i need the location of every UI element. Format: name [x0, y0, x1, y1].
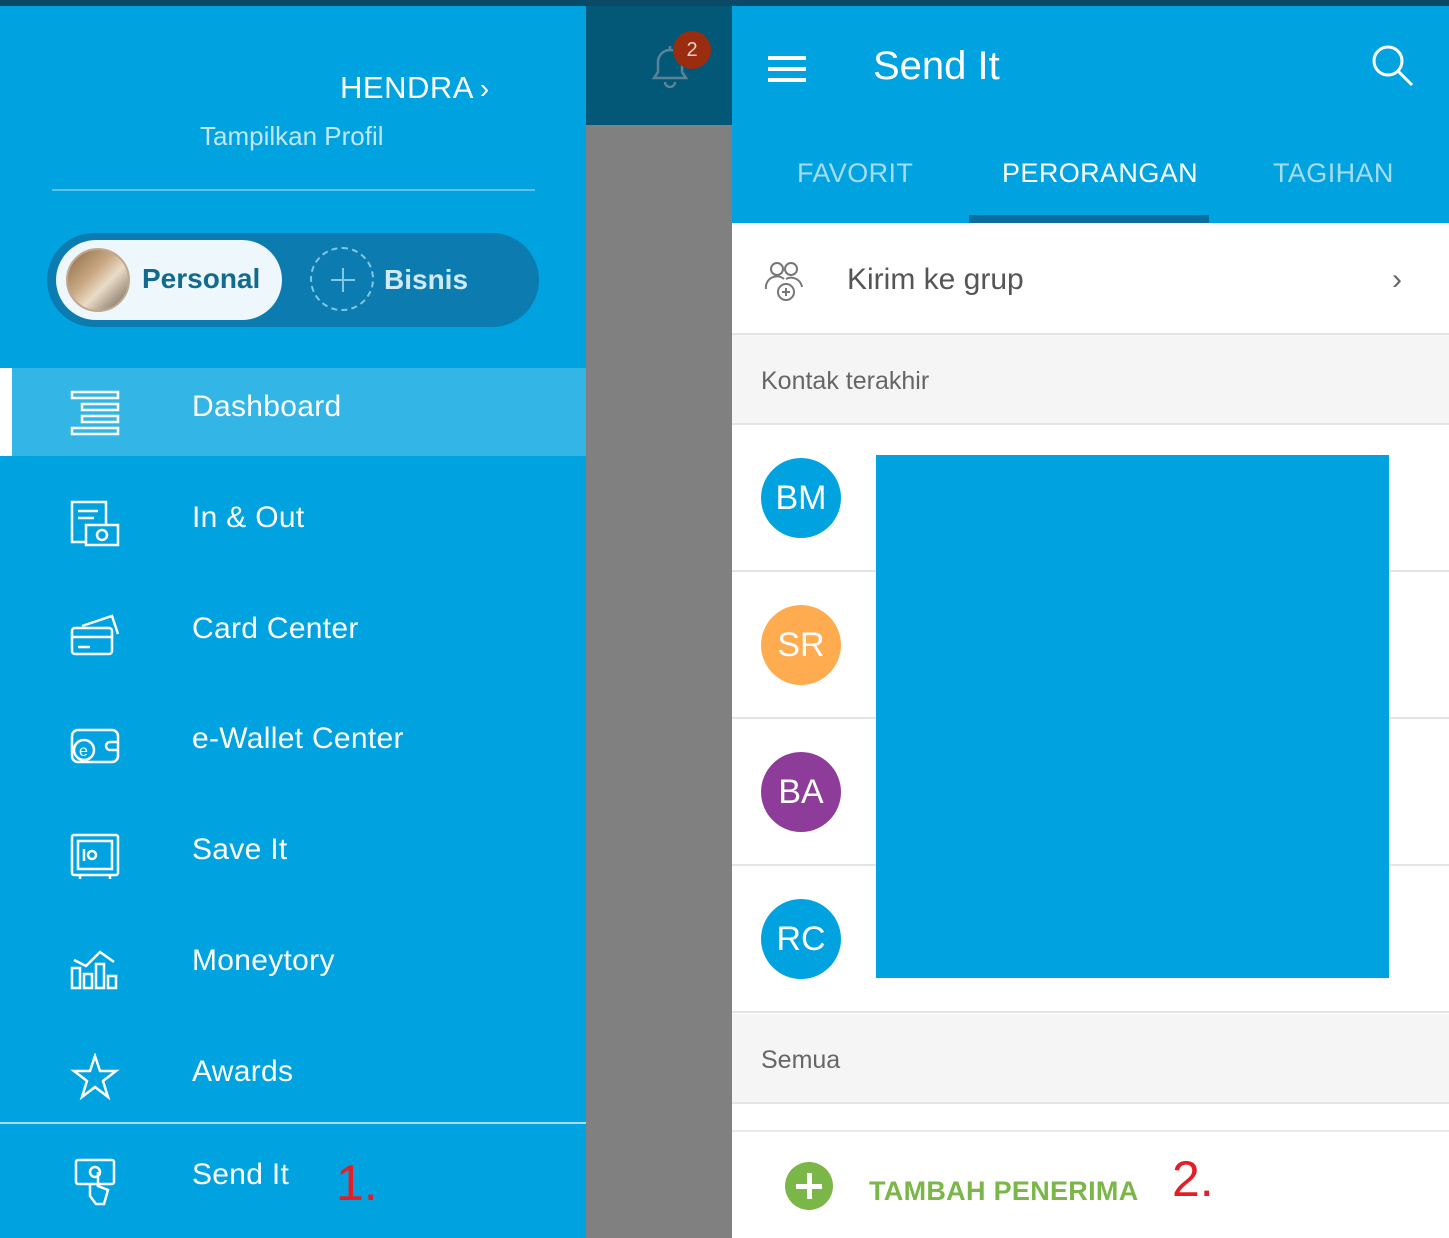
chart-icon — [70, 950, 118, 990]
send-to-group-label: Kirim ke grup — [847, 263, 1024, 296]
in-out-icon — [70, 500, 120, 547]
menu-label-in-out: In & Out — [192, 501, 305, 534]
app-bar: Send It FAVORIT PERORANGAN TAGIHAN — [732, 6, 1449, 223]
menu-label-dashboard: Dashboard — [192, 390, 342, 423]
tab-tagihan[interactable]: TAGIHAN — [1273, 158, 1394, 189]
svg-text:e: e — [79, 743, 88, 760]
contact-avatar: BA — [761, 752, 841, 832]
personal-label: Personal — [142, 263, 261, 294]
divider — [52, 189, 535, 191]
avatar — [66, 248, 130, 312]
contact-avatar: BM — [761, 458, 841, 538]
card-icon — [70, 614, 120, 656]
app-root: HENDRA › Tampilkan Profil Personal Bisnis… — [0, 0, 1449, 1238]
menu-label-send-it: Send It — [192, 1158, 290, 1191]
add-circle-icon — [785, 1162, 833, 1210]
redacted-contact-names — [876, 455, 1389, 978]
menu-item-in-out[interactable]: In & Out — [0, 479, 586, 567]
contact-avatar: RC — [761, 899, 841, 979]
annotation-1: 1. — [336, 1155, 378, 1211]
menu-label-card-center: Card Center — [192, 612, 359, 645]
ewallet-icon: e — [70, 728, 120, 764]
contact-avatar: SR — [761, 605, 841, 685]
star-icon — [70, 1053, 120, 1101]
safe-icon — [70, 833, 120, 879]
active-tab-indicator — [969, 215, 1209, 223]
all-contacts-label: Semua — [761, 1046, 841, 1074]
navigation-drawer: HENDRA › Tampilkan Profil Personal Bisnis… — [0, 6, 586, 1238]
account-switcher: Personal Bisnis — [47, 233, 539, 327]
menu-label-save-it: Save It — [192, 833, 288, 866]
menu-item-awards[interactable]: Awards — [0, 1033, 586, 1121]
menu-label-awards: Awards — [192, 1055, 294, 1088]
menu-label-ewallet-center: e-Wallet Center — [192, 722, 404, 755]
menu-item-dashboard[interactable]: Dashboard — [0, 368, 586, 456]
add-recipient-button[interactable]: TAMBAH PENERIMA — [732, 1130, 1449, 1238]
tab-perorangan[interactable]: PERORANGAN — [1002, 158, 1198, 189]
menu-item-ewallet-center[interactable]: e e-Wallet Center — [0, 700, 586, 788]
business-account-toggle[interactable]: Bisnis — [384, 264, 468, 296]
all-contacts-header: Semua — [732, 1014, 1449, 1104]
menu-label-moneytory: Moneytory — [192, 944, 335, 977]
recent-contacts-label: Kontak terakhir — [761, 367, 930, 395]
add-business-icon[interactable] — [310, 247, 374, 311]
menu-icon[interactable] — [768, 56, 806, 84]
send-to-group-row[interactable]: Kirim ke grup › — [732, 223, 1449, 335]
divider — [0, 1122, 586, 1124]
notification-badge: 2 — [673, 31, 711, 69]
dimmed-overlay[interactable] — [586, 125, 732, 1238]
menu-item-moneytory[interactable]: Moneytory — [0, 922, 586, 1010]
search-icon[interactable] — [1369, 42, 1415, 88]
chevron-right-icon: › — [479, 73, 490, 104]
group-add-icon — [764, 262, 803, 301]
page-title: Send It — [873, 44, 1000, 88]
annotation-2: 2. — [1172, 1151, 1214, 1207]
add-recipient-label: TAMBAH PENERIMA — [869, 1176, 1139, 1206]
menu-item-save-it[interactable]: Save It — [0, 811, 586, 899]
menu-item-send-it[interactable]: Send It — [0, 1136, 586, 1224]
tab-favorit[interactable]: FAVORIT — [797, 158, 913, 189]
profile-name-link[interactable]: HENDRA › — [340, 70, 490, 106]
dashboard-icon — [70, 390, 120, 436]
chevron-right-icon: › — [1392, 263, 1402, 296]
menu-item-card-center[interactable]: Card Center — [0, 590, 586, 678]
recent-contacts-header: Kontak terakhir — [732, 335, 1449, 425]
user-name: HENDRA — [340, 70, 474, 105]
show-profile-link[interactable]: Tampilkan Profil — [200, 121, 384, 152]
personal-account-toggle[interactable]: Personal — [56, 240, 282, 320]
send-money-icon — [74, 1158, 116, 1206]
